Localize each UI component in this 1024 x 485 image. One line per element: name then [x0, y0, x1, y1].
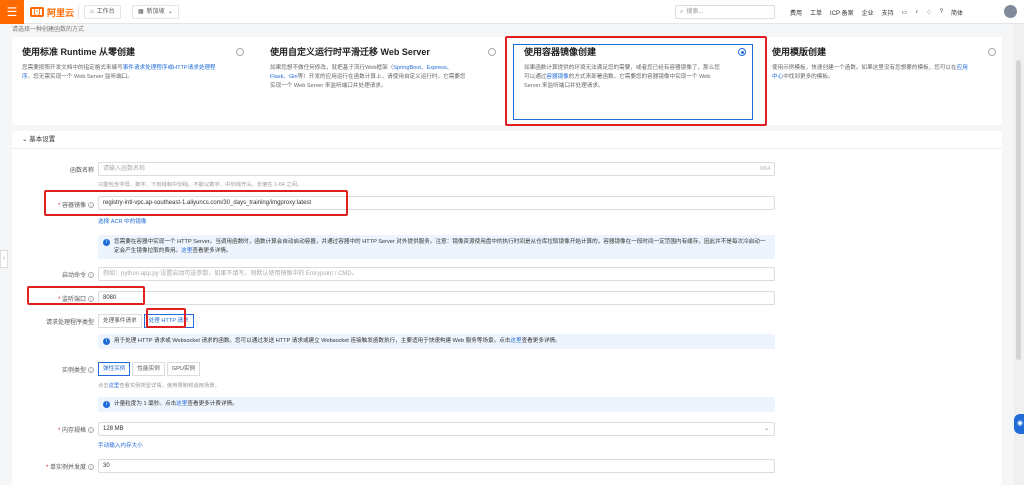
instance-type-hint: 点击这里查看实例类型详情，使用限制和适用场景。: [98, 383, 220, 389]
region-label: 新加坡: [146, 9, 165, 15]
label-container-image: * 容器镜像?: [57, 202, 94, 209]
creation-method-caption: 请选择一种创建函数的方式: [12, 27, 85, 33]
image-info-banner: i 您需要在容器中实现一个 HTTP Server。当调用函数时，函数计算会自动启…: [98, 235, 775, 259]
chevron-down-icon: ⌄: [763, 426, 769, 432]
instance-type-selector: 弹性实例 性能实例 GPU实例: [98, 362, 202, 376]
memory-select[interactable]: 128 MB ⌄: [98, 422, 775, 436]
card-desc: 您需要按照开发文档中的指定格式来编写事件请求处理程序或HTTP请求处理程序。您无…: [22, 65, 216, 80]
bulb-icon[interactable]: ♢: [926, 9, 931, 16]
help-icon: ?: [88, 427, 94, 433]
concurrency-value: 30: [103, 463, 110, 469]
workbench-button[interactable]: ⌂ 工作台: [84, 5, 121, 19]
option-event-request[interactable]: 处理事件请求: [98, 314, 142, 328]
section-title: 基本设置: [29, 136, 56, 143]
option-http-request[interactable]: 处理 HTTP 请求: [143, 314, 194, 328]
label-startup-command: 启动命令?: [61, 272, 94, 279]
label-instance-type: 实例类型?: [61, 367, 94, 374]
billing-info-banner: i 计量粒度为 1 毫秒。点击这里查看更多计费详情。: [98, 397, 775, 412]
help-icon: ?: [88, 296, 94, 302]
label-memory: * 内存规格?: [57, 427, 94, 434]
card-custom-runtime[interactable]: 使用自定义运行时平滑迁移 Web Server 如果您想不做任何修改，就把基于流…: [260, 37, 508, 125]
link-icp[interactable]: ICP 备案: [830, 8, 854, 17]
selected-card-outline: [513, 44, 753, 120]
card-desc: 使用示例模板，快速创建一个函数。如果这里没有您想要的模板，您可以在应用中心中找到…: [772, 65, 968, 80]
card-standard-runtime[interactable]: 使用标准 Runtime 从零创建 您需要按照开发文档中的指定格式来编写事件请求…: [12, 37, 260, 125]
select-acr-image-link[interactable]: 选择 ACR 中的镜像: [98, 217, 146, 225]
info-link[interactable]: 这里: [176, 401, 187, 407]
function-name-hint: 只能包含字母、数字、下划线和中划线。不能以数字、中划线开头。长度在 1-64 之…: [98, 182, 303, 188]
memory-value: 128 MB: [103, 426, 124, 432]
char-counter: 0/64: [760, 166, 770, 172]
info-link[interactable]: 这里: [181, 248, 192, 254]
expand-sidebar-icon[interactable]: ›: [0, 250, 8, 268]
card-title: 使用自定义运行时平滑迁移 Web Server: [270, 47, 430, 57]
help-icon: ?: [88, 367, 94, 373]
radio-button[interactable]: [236, 48, 244, 56]
home-icon: ⌂: [90, 9, 94, 15]
hint-link[interactable]: 这里: [109, 383, 120, 389]
search-placeholder: 搜索...: [686, 9, 704, 15]
link-billing[interactable]: 费用: [790, 8, 802, 17]
top-links: 费用 工单 ICP 备案 企业 支持 ▭ ♪ ♢ ? 简体: [790, 0, 963, 24]
label-listen-port: * 监听端口?: [57, 296, 94, 303]
link-enterprise[interactable]: 企业: [862, 8, 874, 17]
link-ticket[interactable]: 工单: [810, 8, 822, 17]
option-elastic-instance[interactable]: 弹性实例: [98, 362, 131, 376]
section-header[interactable]: ⌄ 基本设置: [12, 131, 1002, 149]
help-icon: ?: [88, 272, 94, 278]
manual-memory-link[interactable]: 手动输入内存大小: [98, 441, 143, 449]
bell-icon[interactable]: ♪: [915, 9, 918, 15]
cart-icon[interactable]: ▭: [902, 9, 908, 16]
menu-icon[interactable]: ☰: [0, 0, 24, 24]
help-icon: ?: [88, 464, 94, 470]
radio-button[interactable]: [988, 48, 996, 56]
concurrency-input[interactable]: 30: [98, 459, 775, 473]
startup-command-placeholder: 例如：python app.py 设置启动可选参数，如果不填写，则默认使用镜像中…: [103, 271, 358, 277]
option-gpu-instance[interactable]: GPU实例: [166, 362, 201, 376]
logo-mark-icon: [-]: [30, 7, 44, 17]
info-icon: i: [103, 401, 110, 408]
workbench-label: 工作台: [96, 9, 115, 15]
basic-settings-form: ⌄ 基本设置 函数名称 请输入函数名称 0/64 只能包含字母、数字、下划线和中划…: [12, 131, 1002, 485]
aliyun-logo[interactable]: [-] 阿里云: [30, 5, 74, 19]
startup-command-input[interactable]: 例如：python app.py 设置启动可选参数，如果不填写，则默认使用镜像中…: [98, 267, 775, 281]
listen-port-value: 8080: [103, 295, 117, 301]
help-icon: ?: [88, 202, 94, 208]
handler-type-selector: 处理事件请求 处理 HTTP 请求: [98, 314, 196, 328]
radio-button[interactable]: [488, 48, 496, 56]
function-name-input[interactable]: 请输入函数名称 0/64: [98, 162, 775, 176]
top-bar: ☰ [-] 阿里云 ⌂ 工作台 ▦ 新加坡 ⌄ ⌕ 搜索... 费用 工单 ICP 备案…: [0, 0, 1024, 24]
listen-port-input[interactable]: 8080: [98, 291, 775, 305]
info-icon: i: [103, 239, 110, 246]
help-icon[interactable]: ?: [940, 9, 943, 15]
container-image-value: registry-intl-vpc.ap-southeast-1.aliyunc…: [103, 200, 312, 206]
card-title: 使用模版创建: [772, 47, 827, 57]
info-icon: i: [103, 338, 110, 345]
label-handler-type: 请求处理程序类型: [45, 320, 94, 326]
region-icon: ▦: [138, 9, 144, 15]
search-icon: ⌕: [680, 9, 684, 15]
creation-method-cards: 使用标准 Runtime 从零创建 您需要按照开发文档中的指定格式来编写事件请求…: [12, 37, 1002, 125]
link-language[interactable]: 简体: [951, 8, 963, 17]
info-link[interactable]: 这里: [510, 338, 521, 344]
logo-text: 阿里云: [47, 7, 75, 18]
function-name-placeholder: 请输入函数名称: [103, 166, 146, 172]
region-selector[interactable]: ▦ 新加坡 ⌄: [132, 5, 179, 19]
search-input[interactable]: ⌕ 搜索...: [675, 5, 775, 19]
link-support[interactable]: 支持: [882, 8, 894, 17]
card-desc: 如果您想不做任何修改，就把基于流行Web框架（SpringBoot、Expres…: [270, 65, 466, 89]
avatar[interactable]: [1004, 5, 1017, 18]
card-template[interactable]: 使用模版创建 使用示例模板，快速创建一个函数。如果这里没有您想要的模板，您可以在…: [762, 37, 1010, 125]
divider: [78, 5, 79, 19]
option-performance-instance[interactable]: 性能实例: [132, 362, 165, 376]
card-title: 使用标准 Runtime 从零创建: [22, 47, 136, 57]
container-image-input[interactable]: registry-intl-vpc.ap-southeast-1.aliyunc…: [98, 196, 775, 210]
chevron-down-icon: ⌄: [167, 9, 173, 15]
chat-help-icon[interactable]: ◉: [1014, 414, 1024, 434]
label-function-name: 函数名称: [69, 168, 94, 174]
scrollbar-thumb[interactable]: [1016, 60, 1021, 360]
handler-info-banner: i 用于处理 HTTP 请求或 Websocket 请求的函数。您可以通过发送 H…: [98, 334, 775, 349]
label-concurrency: * 单实例并发度?: [45, 464, 94, 471]
